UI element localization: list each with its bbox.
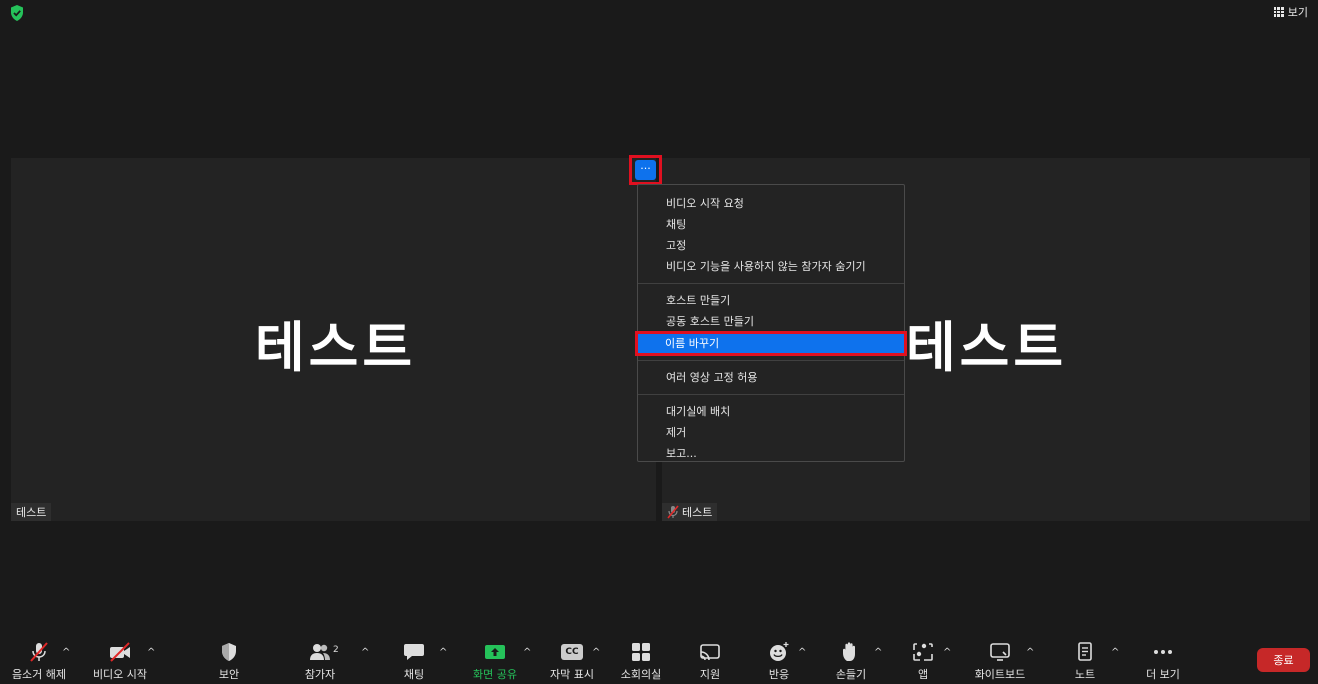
participant-context-menu: 비디오 시작 요청 채팅 고정 비디오 기능을 사용하지 않는 참가자 숨기기 … xyxy=(635,184,907,464)
chat-label: 채팅 xyxy=(403,668,425,681)
share-screen-icon xyxy=(485,645,505,659)
grid-icon xyxy=(1273,7,1284,17)
whiteboard-label: 화이트보드 xyxy=(974,668,1026,681)
notes-label: 노트 xyxy=(1074,668,1096,681)
participants-label: 참가자 xyxy=(304,668,336,681)
more-label: 더 보기 xyxy=(1146,668,1180,681)
security-shield-icon xyxy=(222,643,236,661)
menu-item-allow-multi-pin[interactable]: 여러 영상 고정 허용 xyxy=(638,367,904,388)
view-button[interactable]: 보기 xyxy=(1273,4,1308,20)
more-options-highlight: ··· xyxy=(629,155,662,185)
captions-cc-icon: CC xyxy=(561,644,583,660)
chat-options-caret[interactable]: ^ xyxy=(439,647,449,658)
encryption-shield-icon[interactable] xyxy=(10,5,24,21)
apps-icon xyxy=(913,643,933,661)
audio-options-caret[interactable]: ^ xyxy=(62,647,72,658)
muted-mic-icon xyxy=(667,505,679,519)
start-video-button[interactable]: 비디오 시작 xyxy=(75,633,165,684)
menu-item-report[interactable]: 보고... xyxy=(638,443,904,464)
whiteboard-button[interactable]: 화이트보드 xyxy=(955,633,1045,684)
unmute-button[interactable]: 음소거 해제 xyxy=(0,633,84,684)
chat-bubble-icon xyxy=(404,644,424,660)
meeting-toolbar: 음소거 해제 ^ 비디오 시작 ^ 보안 2 참가자 ^ 채팅 ^ 화면 공유 … xyxy=(0,633,1318,684)
participants-count: 2 xyxy=(333,645,339,655)
video-options-caret[interactable]: ^ xyxy=(147,647,157,658)
whiteboard-options-caret[interactable]: ^ xyxy=(1026,647,1036,658)
name-tag-label: 테스트 xyxy=(16,506,47,519)
emoji-reaction-icon xyxy=(770,642,789,661)
chat-button[interactable]: 채팅 xyxy=(369,633,459,684)
menu-item-pin[interactable]: 고정 xyxy=(638,235,904,256)
raise-hand-icon xyxy=(843,642,855,661)
participant-name-tag: 테스트 xyxy=(11,503,52,521)
menu-item-hide-non-video[interactable]: 비디오 기능을 사용하지 않는 참가자 숨기기 xyxy=(638,256,904,277)
apps-options-caret[interactable]: ^ xyxy=(943,647,953,658)
video-tile-left[interactable]: 테스트 테스트 xyxy=(11,158,656,521)
menu-item-make-cohost[interactable]: 공동 호스트 만들기 xyxy=(638,311,904,332)
cast-screen-icon xyxy=(700,644,720,661)
menu-item-remove[interactable]: 제거 xyxy=(638,422,904,443)
menu-item-request-video[interactable]: 비디오 시작 요청 xyxy=(638,193,904,214)
muted-mic-icon xyxy=(30,642,48,662)
video-off-icon xyxy=(110,642,130,662)
menu-item-rename[interactable]: 이름 바꾸기 xyxy=(635,331,907,356)
more-button[interactable]: 더 보기 xyxy=(1118,633,1208,684)
participant-display-name: 테스트 xyxy=(906,316,1068,379)
participants-icon xyxy=(310,644,330,660)
participant-name-tag: 테스트 xyxy=(662,503,718,521)
security-button[interactable]: 보안 xyxy=(184,633,274,684)
menu-divider xyxy=(638,360,904,361)
menu-item-waiting-room[interactable]: 대기실에 배치 xyxy=(638,401,904,422)
menu-divider xyxy=(638,394,904,395)
participants-button[interactable]: 2 참가자 xyxy=(275,633,365,684)
more-options-button[interactable]: ··· xyxy=(635,160,656,180)
ellipsis-icon xyxy=(1154,650,1172,654)
name-tag-label: 테스트 xyxy=(682,506,713,519)
security-label: 보안 xyxy=(218,668,240,681)
unmute-label: 음소거 해제 xyxy=(11,668,67,681)
notes-icon xyxy=(1078,642,1092,661)
breakout-rooms-icon xyxy=(632,643,650,661)
menu-item-make-host[interactable]: 호스트 만들기 xyxy=(638,290,904,311)
start-video-label: 비디오 시작 xyxy=(92,668,148,681)
view-label: 보기 xyxy=(1287,6,1308,19)
notes-button[interactable]: 노트 xyxy=(1040,633,1130,684)
menu-divider xyxy=(638,283,904,284)
participant-display-name: 테스트 xyxy=(255,316,417,379)
whiteboard-icon xyxy=(990,643,1010,661)
menu-item-chat[interactable]: 채팅 xyxy=(638,214,904,235)
end-meeting-button[interactable]: 종료 xyxy=(1257,648,1310,672)
